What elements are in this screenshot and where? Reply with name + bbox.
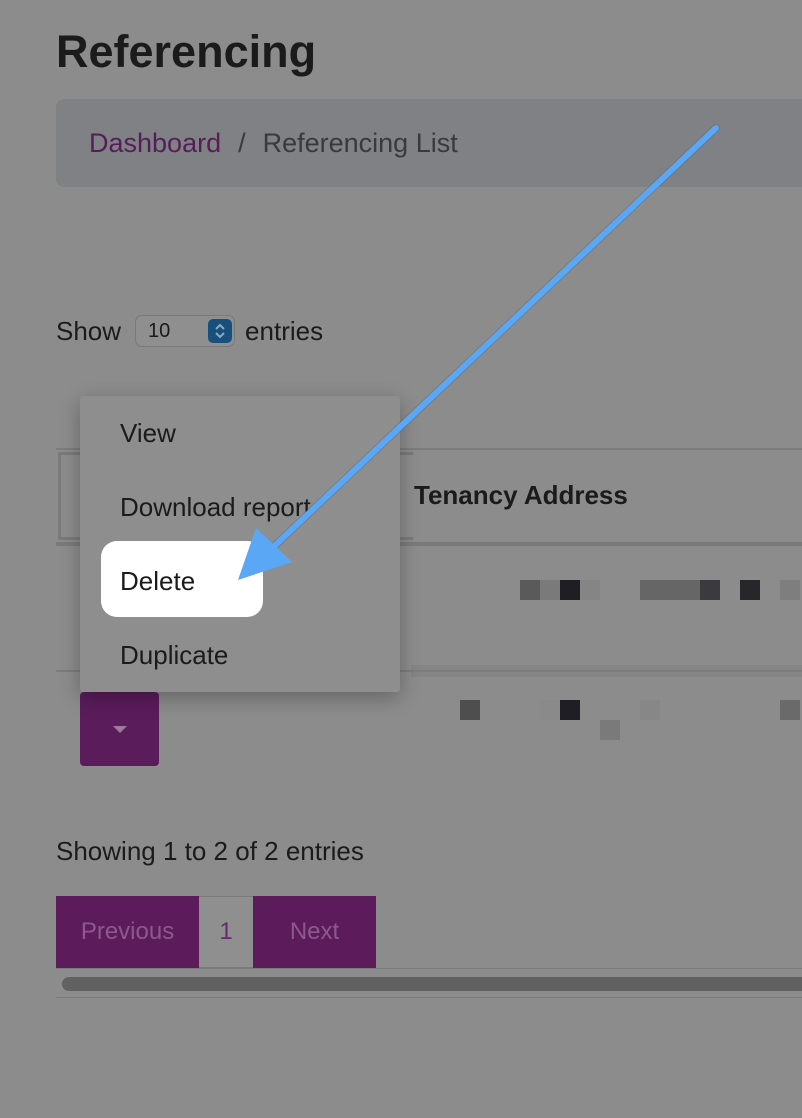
redacted-cell bbox=[600, 720, 620, 740]
entries-length-control: Show 10 entries bbox=[56, 313, 323, 349]
menu-item-download-report[interactable]: Download report bbox=[120, 492, 311, 523]
menu-item-view[interactable]: View bbox=[120, 418, 176, 449]
menu-item-duplicate[interactable]: Duplicate bbox=[120, 640, 228, 671]
previous-page-button[interactable]: Previous bbox=[56, 896, 199, 968]
horizontal-scrollbar[interactable] bbox=[56, 968, 802, 998]
entries-select-value: 10 bbox=[148, 319, 171, 342]
redacted-cell bbox=[580, 580, 600, 600]
row-actions-toggle-button[interactable] bbox=[80, 692, 159, 766]
row-actions-menu: View Download report Delete Duplicate bbox=[80, 396, 400, 692]
redacted-cell bbox=[640, 580, 700, 600]
show-label: Show bbox=[56, 315, 122, 346]
redacted-cell bbox=[460, 700, 480, 720]
redacted-cell bbox=[640, 700, 660, 720]
scrollbar-thumb[interactable] bbox=[62, 977, 802, 991]
entries-select[interactable]: 10 bbox=[135, 315, 236, 347]
table-info: Showing 1 to 2 of 2 entries bbox=[56, 836, 364, 866]
breadcrumb-separator: / bbox=[238, 127, 246, 158]
menu-item-delete[interactable]: Delete bbox=[120, 566, 195, 597]
breadcrumb: Dashboard / Referencing List bbox=[56, 99, 802, 187]
breadcrumb-dashboard-link[interactable]: Dashboard bbox=[89, 128, 221, 159]
redacted-cell bbox=[700, 580, 720, 600]
pagination: Previous 1 Next bbox=[56, 896, 376, 968]
redacted-cell bbox=[780, 580, 800, 600]
next-page-button[interactable]: Next bbox=[253, 896, 376, 968]
redacted-cell bbox=[560, 700, 580, 720]
redacted-cell bbox=[780, 700, 800, 720]
entries-label: entries bbox=[245, 315, 324, 346]
page-title: Referencing bbox=[56, 26, 317, 77]
current-page-button[interactable]: 1 bbox=[199, 896, 253, 968]
redacted-cell bbox=[540, 580, 560, 600]
redacted-cell bbox=[520, 580, 540, 600]
redacted-cell bbox=[740, 580, 760, 600]
table-header-address[interactable]: Tenancy Address bbox=[414, 480, 628, 511]
redacted-cell bbox=[560, 580, 580, 600]
breadcrumb-current: Referencing List bbox=[262, 127, 458, 158]
chevron-up-down-icon bbox=[208, 319, 233, 343]
redacted-cell bbox=[540, 700, 560, 720]
caret-down-icon bbox=[112, 725, 127, 733]
